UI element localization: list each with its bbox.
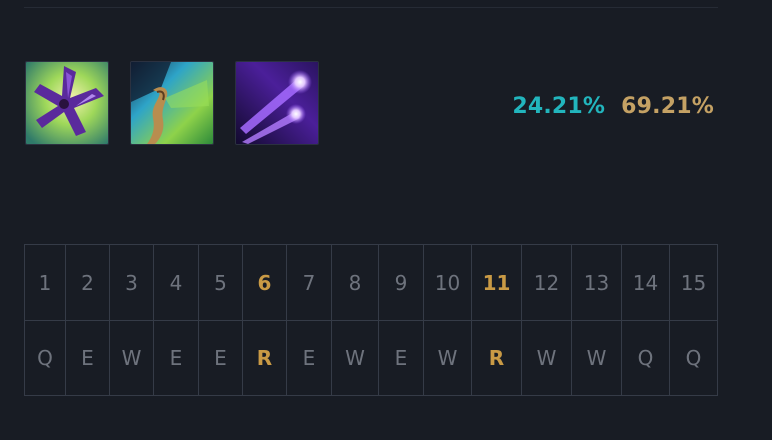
level-cell: 4 [153,244,199,321]
skill-key-cell: W [331,320,379,396]
level-cell: 10 [423,244,472,321]
level-cell-ultimate: 11 [471,244,522,321]
skill-key-cell: E [378,320,424,396]
skill-key-cell: Q [669,320,718,396]
level-cell: 3 [109,244,154,321]
level-cell: 5 [198,244,243,321]
skill-key-cell: W [521,320,572,396]
skill-key-cell: E [198,320,243,396]
spell-w-icon[interactable] [235,61,319,145]
level-cell: 12 [521,244,572,321]
skill-order-table: 1 2 3 4 5 6 7 8 9 10 11 12 13 14 15 Q E … [24,244,718,396]
level-cell: 13 [571,244,622,321]
skill-key-cell: Q [621,320,670,396]
skill-key-cell-ultimate: R [242,320,287,396]
spell-q-icon[interactable] [25,61,109,145]
divider [24,7,718,8]
level-cell: 15 [669,244,718,321]
skill-key-row: Q E W E E R E W E W R W W Q Q [24,320,718,396]
level-cell: 7 [286,244,332,321]
skill-key-cell: W [109,320,154,396]
skill-key-cell: W [423,320,472,396]
level-cell: 2 [65,244,110,321]
skill-priority-row [25,61,319,145]
level-cell: 8 [331,244,379,321]
skill-key-cell: E [153,320,199,396]
skill-key-cell: E [65,320,110,396]
skill-key-cell: W [571,320,622,396]
level-cell-ultimate: 6 [242,244,287,321]
spell-e-icon[interactable] [130,61,214,145]
skill-key-cell-ultimate: R [471,320,522,396]
skill-key-cell: Q [24,320,66,396]
pick-rate-value: 24.21% [512,94,606,119]
level-cell: 9 [378,244,424,321]
level-cell: 1 [24,244,66,321]
level-row: 1 2 3 4 5 6 7 8 9 10 11 12 13 14 15 [24,244,718,321]
skill-build-panel: 24.21% 69.21% 1 2 3 4 5 6 7 8 9 10 11 12… [0,0,772,440]
level-cell: 14 [621,244,670,321]
win-rate-value: 69.21% [621,94,714,119]
build-stats: 24.21% 69.21% [512,94,714,119]
skill-key-cell: E [286,320,332,396]
